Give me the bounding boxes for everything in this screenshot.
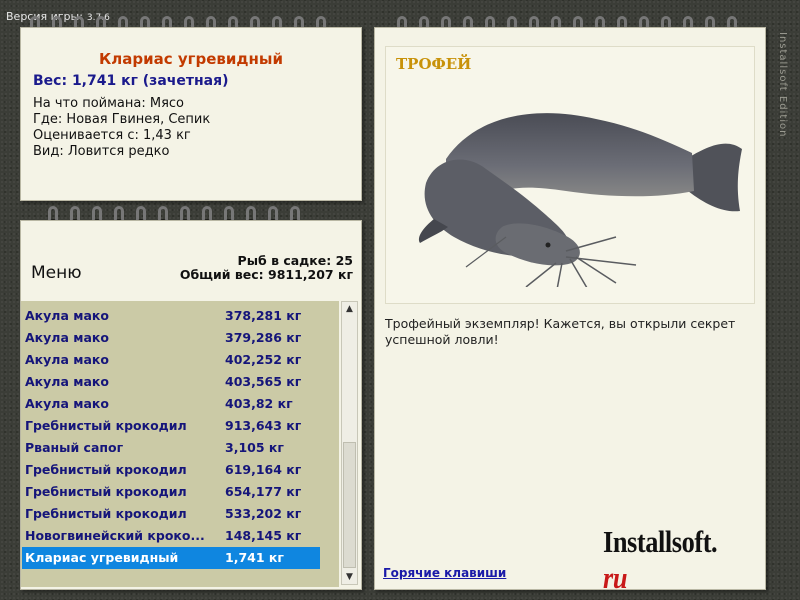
side-edition-text: Installsoft Edition <box>777 32 788 138</box>
catch-weight: 403,565 кг <box>225 374 302 389</box>
list-item[interactable]: Акула мако 403,565 кг <box>22 371 320 393</box>
trophy-panel: ТРОФЕЙ Трофейный экземпляр! Кажется, вы … <box>374 27 766 595</box>
list-item[interactable]: Гребнистый крокодил 913,643 кг <box>22 415 320 437</box>
catch-weight: 403,82 кг <box>225 396 293 411</box>
list-item[interactable]: Гребнистый крокодил 533,202 кг <box>22 503 320 525</box>
catch-name: Гребнистый крокодил <box>25 418 187 433</box>
catch-name: Акула мако <box>25 330 109 345</box>
scroll-thumb[interactable] <box>343 442 356 568</box>
catch-weight: 913,643 кг <box>225 418 302 433</box>
list-item[interactable]: Новогвинейский кроко... 148,145 кг <box>22 525 320 547</box>
fish-bait: На что поймана: Мясо <box>33 96 185 111</box>
scroll-down-arrow-icon[interactable]: ▼ <box>342 570 357 584</box>
catch-weight: 1,741 кг <box>225 550 284 565</box>
fish-location: Где: Новая Гвинея, Сепик <box>33 112 211 127</box>
trophy-message: Трофейный экземпляр! Кажется, вы открыли… <box>385 316 736 347</box>
fish-min-weight: Оценивается с: 1,43 кг <box>33 128 191 143</box>
list-item[interactable]: Гребнистый крокодил 654,177 кг <box>22 481 320 503</box>
catch-weight: 654,177 кг <box>225 484 302 499</box>
trophy-label: ТРОФЕЙ <box>396 55 472 73</box>
catch-name: Клариас угревидный <box>25 550 179 565</box>
catch-weight: 148,145 кг <box>225 528 302 543</box>
trophy-image-frame: ТРОФЕЙ <box>385 46 755 304</box>
list-item[interactable]: Рваный сапог 3,105 кг <box>22 437 320 459</box>
catch-list[interactable]: Акула мако 378,281 кг Акула мако 379,286 к… <box>21 301 339 587</box>
catch-weight: 379,286 кг <box>225 330 302 345</box>
catch-name: Новогвинейский кроко... <box>25 528 205 543</box>
catch-weight: 533,202 кг <box>225 506 302 521</box>
list-item[interactable]: Акула мако 378,281 кг <box>22 305 320 327</box>
fish-info-panel: Клариас угревидный Вес: 1,741 кг (зачетн… <box>20 27 362 201</box>
list-item[interactable]: Акула мако 402,252 кг <box>22 349 320 371</box>
catch-weight: 402,252 кг <box>225 352 302 367</box>
fish-title: Клариас угревидный <box>99 50 283 68</box>
catch-weight: 619,164 кг <box>225 462 302 477</box>
catch-list-panel: Меню Рыб в садке: 25 Общий вес: 9811,207… <box>20 220 362 590</box>
catch-weight: 3,105 кг <box>225 440 284 455</box>
catch-name: Гребнистый крокодил <box>25 484 187 499</box>
catch-name: Акула мако <box>25 352 109 367</box>
fish-weight: Вес: 1,741 кг (зачетная) <box>33 73 229 89</box>
fish-count: Рыб в садке: 25 <box>237 253 353 268</box>
catch-name: Гребнистый крокодил <box>25 462 187 477</box>
catch-name: Гребнистый крокодил <box>25 506 187 521</box>
list-scrollbar[interactable]: ▲ ▼ <box>341 301 358 585</box>
catch-weight: 378,281 кг <box>225 308 302 323</box>
menu-button[interactable]: Меню <box>31 263 82 283</box>
catfish-image <box>418 113 742 287</box>
hotkeys-link[interactable]: Горячие клавиши <box>383 566 506 580</box>
installsoft-logo: Installsoft. ru <box>603 524 718 595</box>
list-item[interactable]: Акула мако 403,82 кг <box>22 393 320 415</box>
list-item-selected[interactable]: Клариас угревидный 1,741 кг <box>22 547 320 569</box>
catch-name: Акула мако <box>25 396 109 411</box>
list-item[interactable]: Акула мако 379,286 кг <box>22 327 320 349</box>
catch-name: Акула мако <box>25 374 109 389</box>
catch-name: Рваный сапог <box>25 440 124 455</box>
fish-kind: Вид: Ловится редко <box>33 144 170 159</box>
scroll-up-arrow-icon[interactable]: ▲ <box>342 302 357 316</box>
catch-name: Акула мако <box>25 308 109 323</box>
total-weight: Общий вес: 9811,207 кг <box>179 267 353 282</box>
list-item[interactable]: Гребнистый крокодил 619,164 кг <box>22 459 320 481</box>
